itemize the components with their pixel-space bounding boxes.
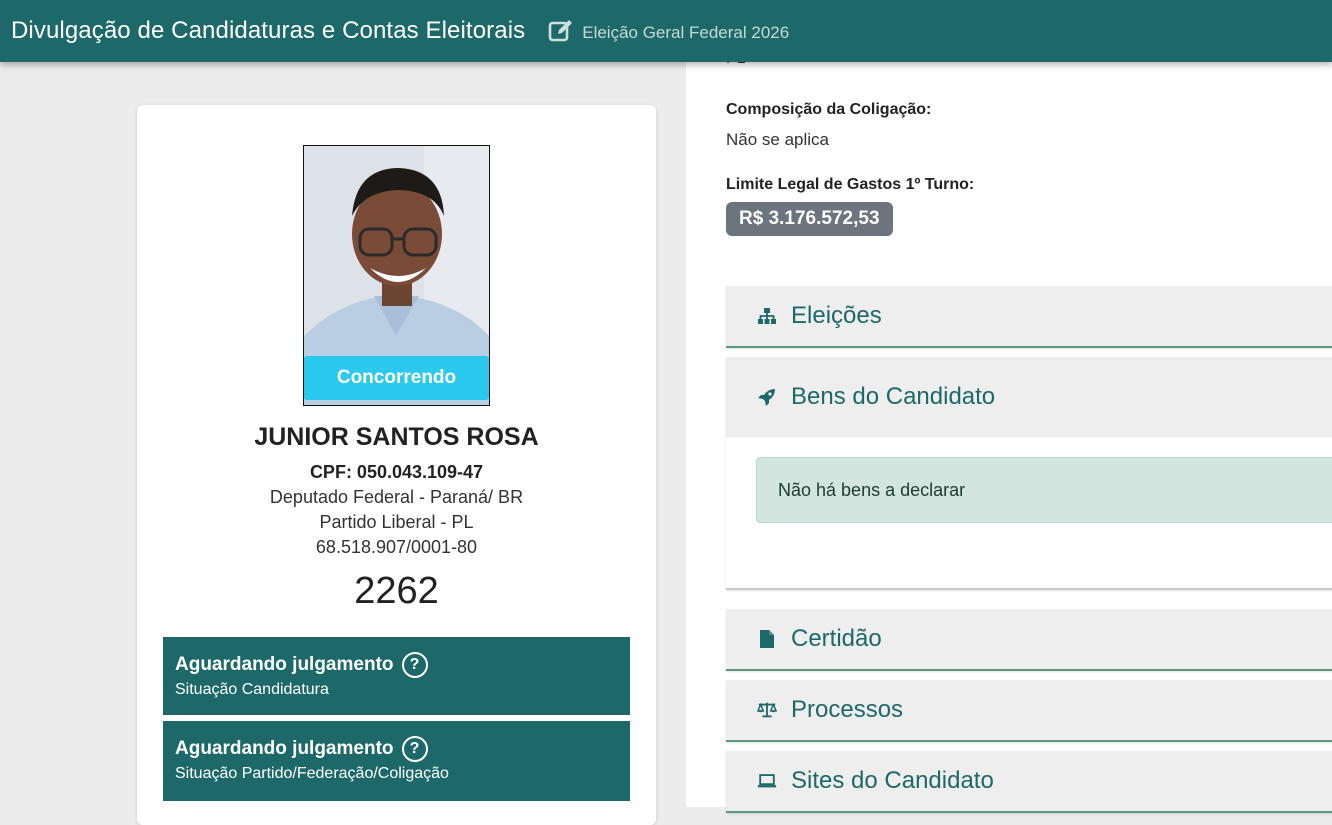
candidate-office: Deputado Federal - Paraná/ BR	[269, 487, 524, 507]
accordion-bens[interactable]: Bens do Candidato Não há bens a declarar	[726, 357, 1332, 590]
candidate-photo: Concorrendo	[303, 145, 490, 406]
accordion-bens-header[interactable]: Bens do Candidato	[726, 357, 1332, 437]
accordion-processos-title: Processos	[791, 696, 904, 723]
spending-limit-label: Limite Legal de Gastos 1º Turno:	[726, 176, 975, 193]
laptop-icon	[757, 771, 777, 791]
candidate-card: Concorrendo JUNIOR SANTOS ROSA CPF: 050.…	[137, 105, 656, 825]
top-bar: Divulgação de Candidaturas e Contas Elei…	[0, 0, 1332, 62]
accordion-eleicoes[interactable]: Eleições	[726, 286, 1332, 348]
sitemap-icon	[757, 306, 777, 326]
accordion-sites[interactable]: Sites do Candidato	[726, 751, 1332, 813]
candidate-name: JUNIOR SANTOS ROSA	[254, 423, 539, 451]
coalition-label: Composição da Coligação:	[726, 101, 932, 118]
candidate-cpf: CPF: 050.043.109-47	[309, 462, 484, 482]
candidacy-situation: Aguardando julgamento ? Situação Candida…	[163, 637, 630, 715]
accordion-processos[interactable]: Processos	[726, 680, 1332, 742]
edit-icon[interactable]	[548, 18, 574, 44]
party-situation-label: Situação Partido/Federação/Coligação	[175, 765, 449, 782]
accordion-eleicoes-header[interactable]: Eleições	[726, 286, 1332, 346]
question-circle-icon[interactable]: ?	[401, 736, 428, 762]
file-icon	[757, 629, 777, 649]
party-situation-status: Aguardando julgamento	[175, 738, 394, 759]
candidacy-situation-label: Situação Candidatura	[175, 681, 329, 698]
accordion-sites-header[interactable]: Sites do Candidato	[726, 751, 1332, 811]
question-circle-icon[interactable]: ?	[401, 652, 428, 678]
candidate-party: Partido Liberal - PL	[319, 512, 474, 532]
no-assets-alert: Não há bens a declarar	[756, 457, 1332, 523]
accordion-bens-title: Bens do Candidato	[791, 383, 996, 410]
balance-scale-icon	[757, 700, 777, 720]
status-ribbon: Concorrendo	[304, 356, 489, 400]
coalition-value: Não se aplica	[726, 130, 830, 149]
party-situation: Aguardando julgamento ? Situação Partido…	[163, 721, 630, 801]
accordion-eleicoes-title: Eleições	[791, 302, 882, 329]
accordion-certidao-title: Certidão	[791, 625, 882, 652]
accordion-certidao[interactable]: Certidão	[726, 609, 1332, 671]
candidacy-situation-status: Aguardando julgamento	[175, 654, 394, 675]
spending-limit-badge: R$ 3.176.572,53	[726, 202, 893, 236]
accordion-sites-title: Sites do Candidato	[791, 767, 994, 794]
accordion-certidao-header[interactable]: Certidão	[726, 609, 1332, 669]
candidate-number: 2262	[354, 570, 439, 612]
rocket-icon	[757, 387, 777, 407]
election-name[interactable]: Eleição Geral Federal 2026	[582, 23, 789, 43]
accordion-processos-header[interactable]: Processos	[726, 680, 1332, 740]
app-title[interactable]: Divulgação de Candidaturas e Contas Elei…	[11, 17, 525, 45]
details-panel: PL Composição da Coligação: Não se aplic…	[686, 0, 1332, 813]
no-assets-message: Não há bens a declarar	[778, 479, 966, 500]
candidate-cnpj: 68.518.907/0001-80	[315, 537, 478, 557]
